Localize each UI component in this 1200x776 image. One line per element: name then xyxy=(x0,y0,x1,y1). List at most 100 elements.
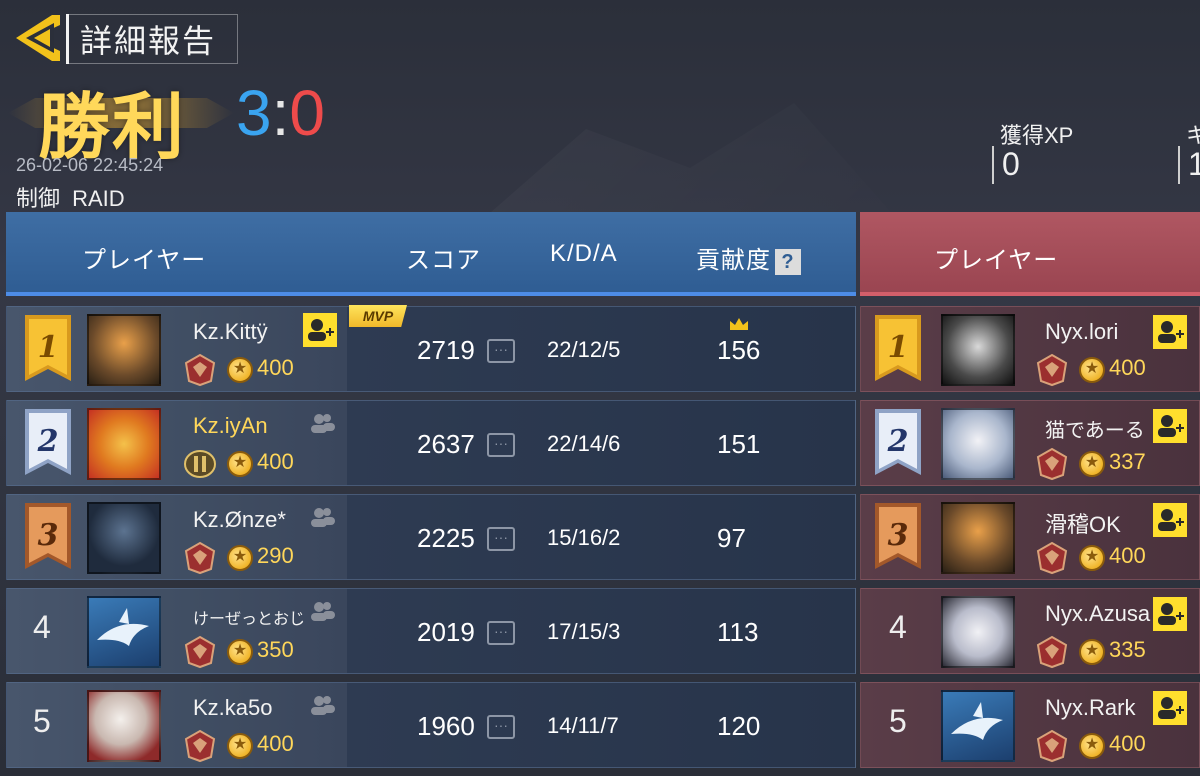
victory-banner: 勝利 xyxy=(0,68,240,169)
coin-value: 337 xyxy=(1109,449,1146,474)
column-kda: K/D/A xyxy=(550,240,618,267)
avatar[interactable] xyxy=(941,408,1015,480)
chat-icon[interactable]: ··· xyxy=(487,433,515,457)
player-score: 2637 xyxy=(417,429,475,459)
add-friend-icon[interactable] xyxy=(1153,315,1187,349)
avatar[interactable] xyxy=(941,596,1015,668)
player-name: Kz.iyAn xyxy=(193,413,268,438)
column-player: プレイヤー xyxy=(82,247,207,274)
player-contribution: 97 xyxy=(717,523,746,553)
match-mode: 制御 RAID xyxy=(16,186,125,211)
avatar[interactable] xyxy=(87,502,161,574)
red-team-header: プレイヤー xyxy=(860,212,1200,296)
star-coin-icon: ★ xyxy=(227,451,253,477)
blue-player-row[interactable]: 4 けーぜっとおじ ★ 350 2019 ··· 17/15/3 113 xyxy=(6,588,856,674)
rank-emblem-icon xyxy=(1036,541,1068,575)
shark-icon xyxy=(951,702,1003,740)
red-player-row[interactable]: 4 Nyx.Azusa ★ 335 xyxy=(860,588,1200,674)
add-friend-icon[interactable] xyxy=(1153,409,1187,443)
blue-player-row[interactable]: 2 Kz.iyAn ★ 400 2637 ··· 22/14/6 151 xyxy=(6,400,856,486)
red-player-row[interactable]: 1 Nyx.lori ★ 400 xyxy=(860,306,1200,392)
add-friend-icon[interactable] xyxy=(1153,597,1187,631)
player-score: 2719 xyxy=(417,335,475,365)
rank-emblem-icon xyxy=(1036,353,1068,387)
rank-bronze-badge-icon: 3 xyxy=(875,503,921,569)
rank-emblem-icon xyxy=(184,450,216,478)
avatar[interactable] xyxy=(87,408,161,480)
rank-emblem-icon xyxy=(1036,729,1068,763)
player-score: 2225 xyxy=(417,523,475,553)
player-kda: 22/14/6 xyxy=(547,431,621,456)
row-highlight xyxy=(7,683,347,767)
column-contribution-label: 貢献度 xyxy=(696,247,771,274)
player-name: Nyx.Azusa xyxy=(1045,601,1151,626)
avatar[interactable] xyxy=(87,596,161,668)
back-button[interactable] xyxy=(8,10,66,66)
rank-emblem-icon xyxy=(1036,635,1068,669)
chat-icon[interactable]: ··· xyxy=(487,527,515,551)
coin-value: 290 xyxy=(257,543,294,568)
coin-value: 350 xyxy=(257,637,294,662)
shark-icon xyxy=(97,608,149,646)
rank-number: 4 xyxy=(33,609,51,645)
red-player-row[interactable]: 5 Nyx.Rark ★ 400 xyxy=(860,682,1200,768)
score-separator: : xyxy=(271,77,290,149)
secondary-stat-value: 1 xyxy=(1178,146,1200,184)
player-name: けーぜっとおじ xyxy=(193,611,306,628)
star-coin-icon: ★ xyxy=(1079,357,1105,383)
xp-value: 0 xyxy=(992,146,1020,184)
crown-icon xyxy=(730,318,748,330)
rank-gold-badge-icon: 1 xyxy=(25,315,71,381)
red-player-row[interactable]: 2 猫であーる ★ 337 xyxy=(860,400,1200,486)
coin-value: 400 xyxy=(257,449,294,474)
red-player-row[interactable]: 3 滑稽OK ★ 400 xyxy=(860,494,1200,580)
player-contribution: 156 xyxy=(717,335,761,365)
back-arrow-icon xyxy=(16,15,60,61)
coin-value: 335 xyxy=(1109,637,1146,662)
add-friend-icon[interactable] xyxy=(1153,503,1187,537)
star-coin-icon: ★ xyxy=(1079,451,1105,477)
star-coin-icon: ★ xyxy=(1079,733,1105,759)
mvp-badge: MVP xyxy=(349,305,407,327)
help-icon[interactable]: ? xyxy=(775,248,801,275)
avatar[interactable] xyxy=(941,314,1015,386)
rank-emblem-icon xyxy=(184,635,216,669)
player-name: Nyx.lori xyxy=(1045,319,1119,344)
match-datetime: 26-02-06 22:45:24 xyxy=(16,155,164,175)
avatar[interactable] xyxy=(87,314,161,386)
player-kda: 22/12/5 xyxy=(547,337,621,362)
svg-text:2: 2 xyxy=(37,424,59,459)
blue-player-row[interactable]: 3 Kz.Ønze* ★ 290 2225 ··· 15/16/2 97 xyxy=(6,494,856,580)
player-name: 猫であーる xyxy=(1045,420,1145,442)
rank-gold-badge-icon: 1 xyxy=(875,315,921,381)
rank-number: 5 xyxy=(33,703,51,739)
match-score: 3:0 xyxy=(236,76,325,150)
chat-icon[interactable]: ··· xyxy=(487,339,515,363)
svg-text:3: 3 xyxy=(888,518,909,553)
rank-number: 4 xyxy=(889,609,907,645)
player-contribution: 120 xyxy=(717,711,761,741)
red-team-score: 0 xyxy=(289,77,325,149)
avatar[interactable] xyxy=(941,502,1015,574)
blue-team-score: 3 xyxy=(236,77,272,149)
rank-number: 5 xyxy=(889,703,907,739)
coin-value: 400 xyxy=(1109,543,1146,568)
rank-emblem-icon xyxy=(184,541,216,575)
star-coin-icon: ★ xyxy=(227,733,253,759)
star-coin-icon: ★ xyxy=(227,545,253,571)
add-friend-icon[interactable] xyxy=(303,313,337,347)
rank-emblem-icon xyxy=(1036,447,1068,481)
rank-silver-badge-icon: 2 xyxy=(875,409,921,475)
add-friend-icon[interactable] xyxy=(1153,691,1187,725)
column-contribution: 貢献度? xyxy=(696,240,801,275)
friend-status-icon xyxy=(311,508,335,527)
player-kda: 15/16/2 xyxy=(547,525,621,550)
chat-icon[interactable]: ··· xyxy=(487,715,515,739)
chat-icon[interactable]: ··· xyxy=(487,621,515,645)
player-name: 滑稽OK xyxy=(1045,512,1121,537)
avatar[interactable] xyxy=(87,690,161,762)
blue-player-row[interactable]: 1 Kz.Kittÿ ★ 400 MVP 2719 ··· 22/12/5 15… xyxy=(6,305,856,392)
avatar[interactable] xyxy=(941,690,1015,762)
column-player-red: プレイヤー xyxy=(934,247,1059,274)
blue-player-row[interactable]: 5 Kz.ka5o ★ 400 1960 ··· 14/11/7 120 xyxy=(6,682,856,768)
